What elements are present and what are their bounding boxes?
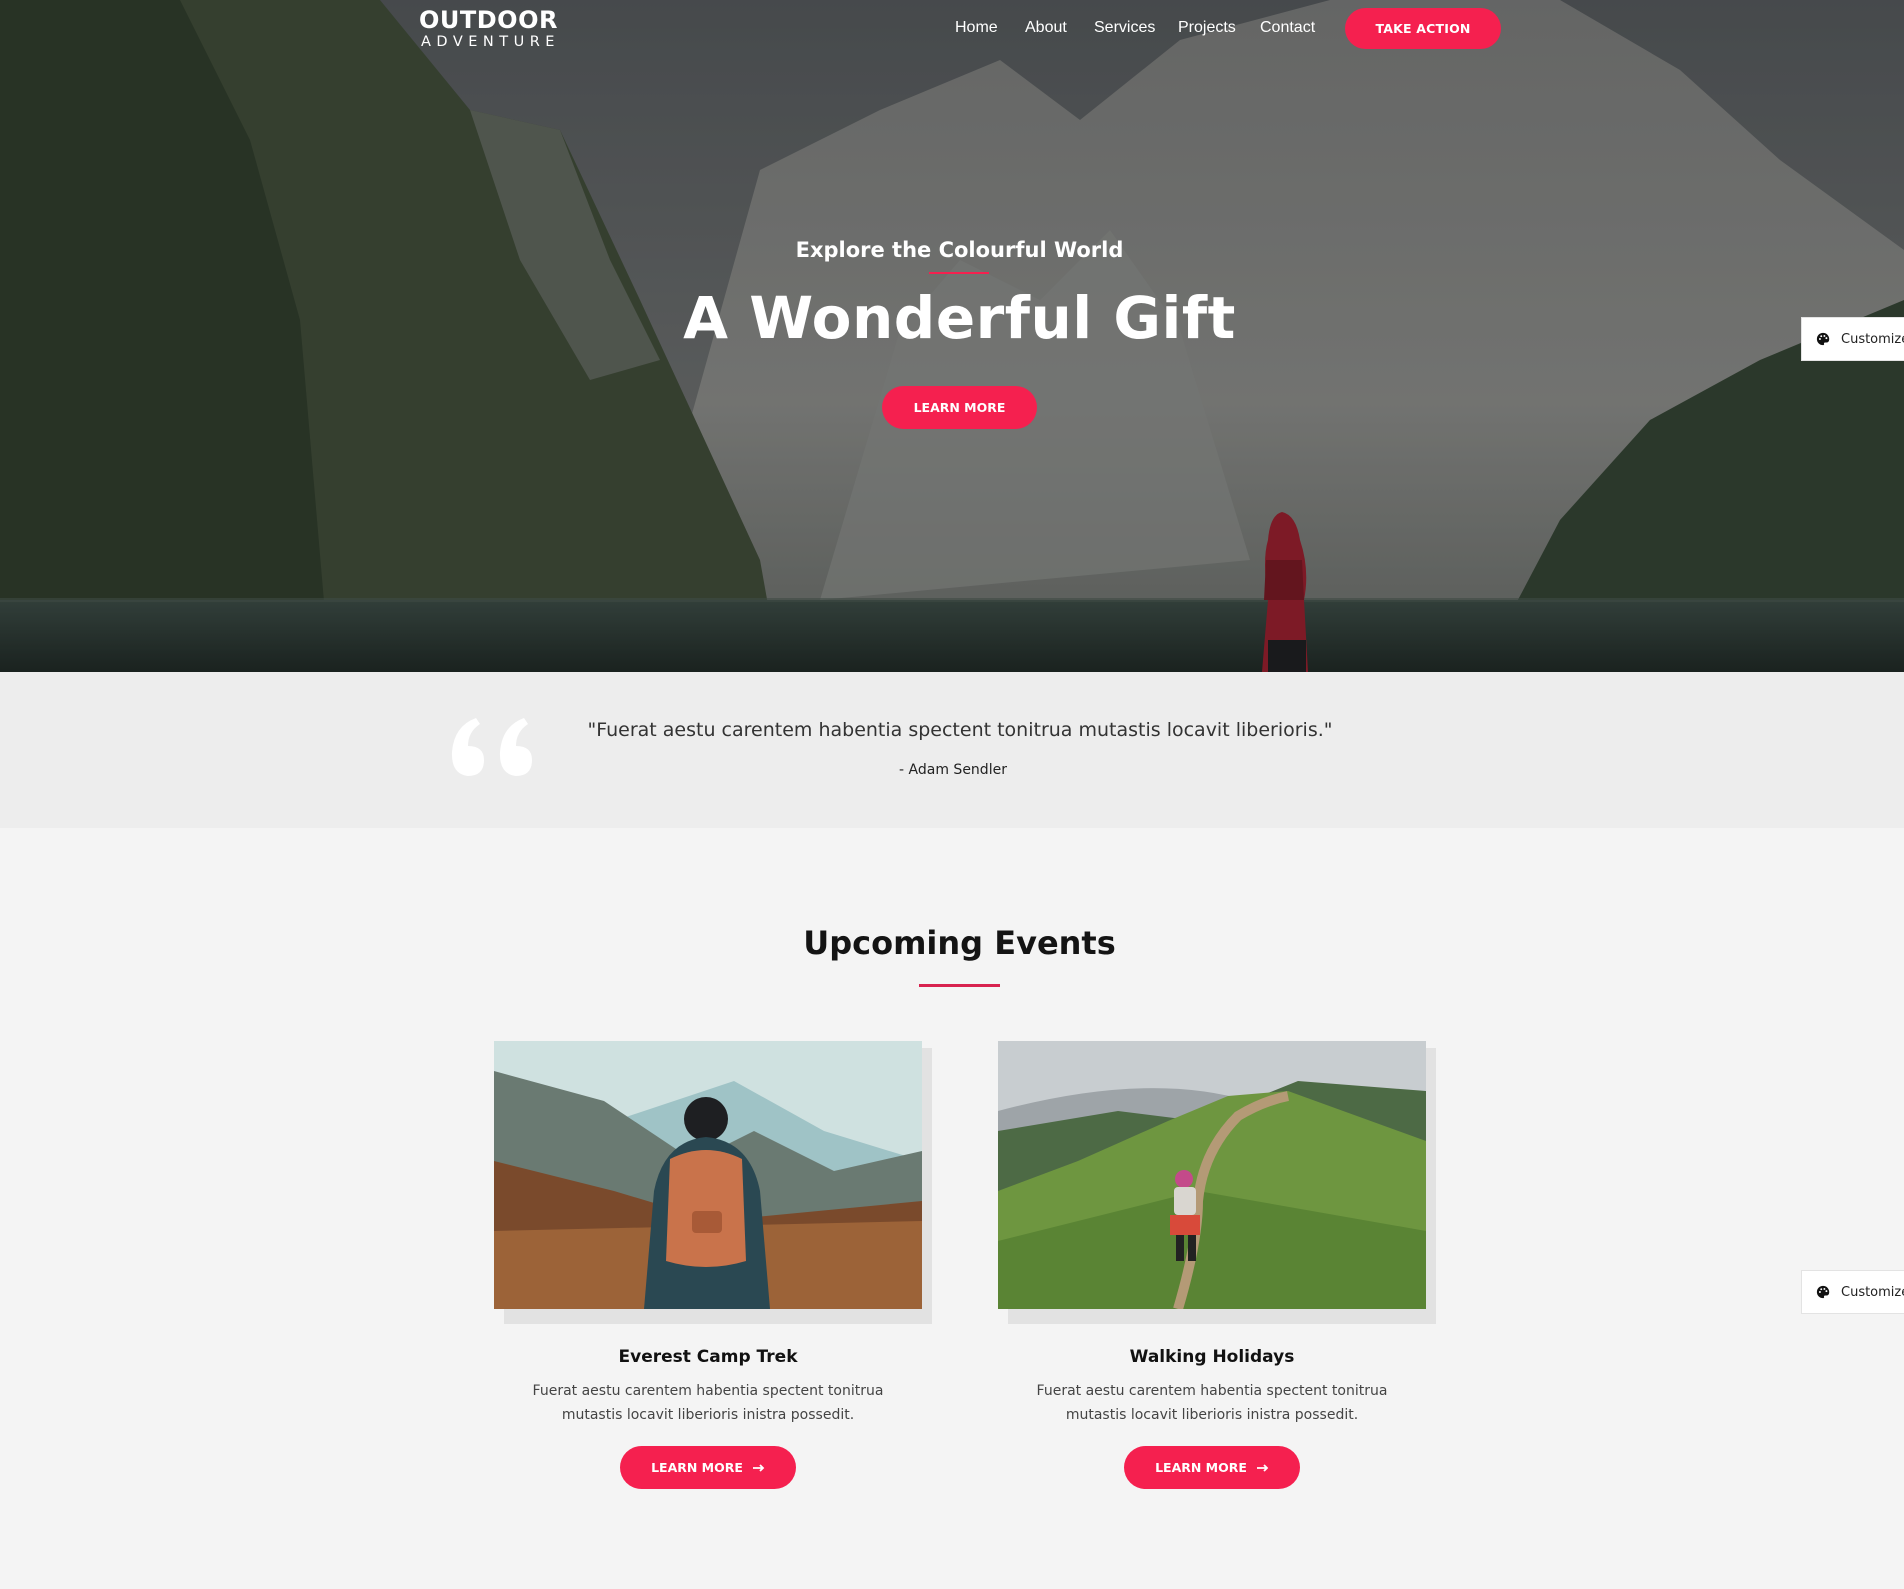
event-title: Walking Holidays bbox=[1129, 1347, 1295, 1367]
event-description: Fuerat aestu carentem habentia spectent … bbox=[1036, 1383, 1388, 1423]
arrow-right-icon bbox=[752, 1463, 765, 1472]
nav-item-contact[interactable]: Contact bbox=[1260, 19, 1315, 37]
nav-item-services[interactable]: Services bbox=[1094, 19, 1155, 37]
customize-button-secondary[interactable]: Customize bbox=[1801, 1270, 1904, 1314]
section-title: Upcoming Events bbox=[803, 924, 1116, 962]
event-photo[interactable] bbox=[494, 1041, 922, 1309]
testimonial-section: "Fuerat aestu carentem habentia spectent… bbox=[0, 672, 1904, 828]
hero-title: A Wonderful Gift bbox=[683, 284, 1236, 352]
customize-label: Customize bbox=[1841, 331, 1904, 347]
logo-line-2: ADVENTURE bbox=[421, 34, 560, 50]
customize-button[interactable]: Customize bbox=[1801, 317, 1904, 361]
event-title: Everest Camp Trek bbox=[618, 1347, 798, 1367]
nav-item-about[interactable]: About bbox=[1025, 19, 1067, 37]
quote-text: "Fuerat aestu carentem habentia spectent… bbox=[587, 719, 1333, 741]
event-learn-more-button[interactable]: LEARN MORE bbox=[1124, 1446, 1300, 1489]
nav-item-home[interactable]: Home bbox=[955, 19, 998, 37]
event-photo[interactable] bbox=[998, 1041, 1426, 1309]
section-divider bbox=[919, 984, 1000, 987]
site-logo[interactable]: OUTDOOR ADVENTURE bbox=[419, 6, 560, 50]
hero-divider bbox=[929, 272, 989, 274]
button-label: LEARN MORE bbox=[1155, 1460, 1247, 1475]
event-description: Fuerat aestu carentem habentia spectent … bbox=[532, 1383, 884, 1423]
palette-icon bbox=[1816, 332, 1830, 346]
quote-icon bbox=[451, 718, 532, 776]
button-label: LEARN MORE bbox=[651, 1460, 743, 1475]
nav-item-projects[interactable]: Projects bbox=[1178, 19, 1236, 37]
hero-section: OUTDOOR ADVENTURE Home About Services Pr… bbox=[0, 0, 1904, 672]
hero-learn-more-button[interactable]: LEARN MORE bbox=[882, 386, 1037, 429]
event-learn-more-button[interactable]: LEARN MORE bbox=[620, 1446, 796, 1489]
hero-subtitle: Explore the Colourful World bbox=[795, 238, 1124, 262]
palette-icon bbox=[1816, 1285, 1830, 1299]
take-action-button[interactable]: TAKE ACTION bbox=[1345, 8, 1501, 49]
quote-author: - Adam Sendler bbox=[899, 762, 1007, 778]
logo-line-1: OUTDOOR bbox=[419, 6, 558, 34]
customize-label: Customize bbox=[1841, 1284, 1904, 1300]
arrow-right-icon bbox=[1256, 1463, 1269, 1472]
